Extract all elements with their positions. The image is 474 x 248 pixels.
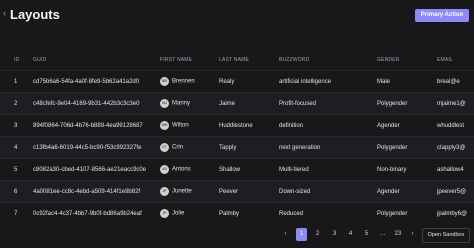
page-button-3[interactable]: 3 xyxy=(329,228,340,241)
cell-last-name: Huddlestone xyxy=(215,114,275,137)
cell-guid: c8082a30-cbed-4107-8566-ae21eacc9c0e xyxy=(29,158,156,181)
cell-id: 2 xyxy=(0,92,29,115)
avatar: CT xyxy=(160,143,169,152)
cell-gender: Polygender xyxy=(373,92,433,115)
table-row[interactable]: 2 c48cfefc-9e04-4169-9b31-442b3c3c3e0 MJ Ma… xyxy=(0,92,474,115)
cell-guid: c13fb4a6-6019-44c5-bc90-f53c992327fe xyxy=(29,136,156,159)
cell-id: 3 xyxy=(0,114,29,137)
data-table: ID GUID FIRST NAME LAST NAME BUZZWORD GE… xyxy=(0,50,474,224)
cell-last-name: Tapply xyxy=(215,136,275,159)
table-row[interactable]: 3 894f0864-706d-4b76-b889-4ea99128687 WH Wi… xyxy=(0,114,474,137)
cell-first-name: JP Junette xyxy=(156,180,215,203)
cell-first-name: AS Antons xyxy=(156,158,215,181)
cell-email: jpalmby6@ xyxy=(433,202,474,224)
cell-last-name: Shallow xyxy=(215,158,275,181)
page-button-1[interactable]: 1 xyxy=(296,228,307,241)
first-name-text: Crin xyxy=(172,144,184,151)
cell-guid: 894f0864-706d-4b76-b889-4ea99128687 xyxy=(29,114,156,137)
cell-email: jpeever5@ xyxy=(433,180,474,203)
column-header-gender[interactable]: GENDER xyxy=(373,50,433,71)
pagination: ‹ 1 2 3 4 5 … 23 › Open Sandbox xyxy=(0,226,474,248)
column-header-first-name[interactable]: FIRST NAME xyxy=(156,50,215,71)
page-button-last[interactable]: 23 xyxy=(391,228,405,241)
avatar: JP xyxy=(160,209,169,218)
cell-last-name: Jaime xyxy=(215,92,275,115)
table-row[interactable]: 5 c8082a30-cbed-4107-8566-ae21eacc9c0e AS A… xyxy=(0,158,474,181)
column-header-last-name[interactable]: LAST NAME xyxy=(215,50,275,71)
cell-buzzword: next generation xyxy=(275,136,373,159)
page-header: ‹ Layouts Primary Action xyxy=(0,0,474,36)
cell-email: mjaime1@ xyxy=(433,92,474,115)
avatar: AS xyxy=(160,165,169,174)
table-row[interactable]: 1 cd75b6a6-54fa-4a0f-8fe9-5b62a41a2d0 BR Br… xyxy=(0,70,474,93)
avatar: WH xyxy=(160,121,169,130)
table-row[interactable]: 6 4a0081ee-cc8c-4ebd-a509-414f1e9b82f JP Ju… xyxy=(0,180,474,203)
table-header-row: ID GUID FIRST NAME LAST NAME BUZZWORD GE… xyxy=(0,50,474,71)
column-header-guid[interactable]: GUID xyxy=(29,50,156,71)
cell-first-name: BR Brennen xyxy=(156,70,215,93)
cell-id: 7 xyxy=(0,202,29,224)
avatar: JP xyxy=(160,187,169,196)
first-name-text: Manny xyxy=(172,100,191,107)
cell-id: 4 xyxy=(0,136,29,159)
column-header-buzzword[interactable]: BUZZWORD xyxy=(275,50,373,71)
chevron-left-icon: ‹ xyxy=(3,8,6,18)
cell-buzzword: definition xyxy=(275,114,373,137)
first-name-text: Jolie xyxy=(172,210,185,217)
pagination-ellipsis: … xyxy=(379,231,386,237)
cell-email: breal@e xyxy=(433,70,474,93)
first-name-text: Antons xyxy=(172,166,191,173)
avatar: MJ xyxy=(160,99,169,108)
cell-gender: Agender xyxy=(373,114,433,137)
page-button-5[interactable]: 5 xyxy=(361,228,372,241)
cell-gender: Polygender xyxy=(373,202,433,224)
open-sandbox-button[interactable]: Open Sandbox xyxy=(422,228,470,243)
avatar: BR xyxy=(160,77,169,86)
column-header-id[interactable]: ID xyxy=(0,50,29,71)
cell-buzzword: Down-sized xyxy=(275,180,373,203)
column-header-email[interactable]: EMAIL xyxy=(433,50,474,71)
first-name-text: Junette xyxy=(172,188,192,195)
cell-last-name: Realy xyxy=(215,70,275,93)
primary-action-button[interactable]: Primary Action xyxy=(415,9,469,22)
cell-first-name: CT Crin xyxy=(156,136,215,159)
cell-first-name: MJ Manny xyxy=(156,92,215,115)
cell-last-name: Peever xyxy=(215,180,275,203)
table-row[interactable]: 4 c13fb4a6-6019-44c5-bc90-f53c992327fe CT C… xyxy=(0,136,474,159)
cell-email: whuddlest xyxy=(433,114,474,137)
cell-gender: Agender xyxy=(373,180,433,203)
cell-guid: cd75b6a6-54fa-4a0f-8fe9-5b62a41a2d0 xyxy=(29,70,156,93)
page-button-2[interactable]: 2 xyxy=(312,228,323,241)
cell-buzzword: Profit-focused xyxy=(275,92,373,115)
cell-email: ctapply3@ xyxy=(433,136,474,159)
cell-guid: c48cfefc-9e04-4169-9b31-442b3c3c3e0 xyxy=(29,92,156,115)
table-row[interactable]: 7 0c92fac4-4c37-4bb7-9b0f-bd86a9b24eaf JP J… xyxy=(0,202,474,224)
cell-gender: Male xyxy=(373,70,433,93)
cell-first-name: JP Jolie xyxy=(156,202,215,224)
cell-id: 6 xyxy=(0,180,29,203)
previous-page-button[interactable]: ‹ xyxy=(280,228,291,241)
cell-buzzword: artificial intelligence xyxy=(275,70,373,93)
cell-first-name: WH Wilton xyxy=(156,114,215,137)
cell-gender: Non-binary xyxy=(373,158,433,181)
cell-last-name: Palmby xyxy=(215,202,275,224)
first-name-text: Wilton xyxy=(172,122,189,129)
next-page-button[interactable]: › xyxy=(407,228,418,241)
cell-email: ashallow4 xyxy=(433,158,474,181)
cell-guid: 4a0081ee-cc8c-4ebd-a509-414f1e9b82f xyxy=(29,180,156,203)
first-name-text: Brennen xyxy=(172,78,195,85)
cell-buzzword: Multi-tiered xyxy=(275,158,373,181)
cell-gender: Polygender xyxy=(373,136,433,159)
cell-id: 5 xyxy=(0,158,29,181)
page-title: Layouts xyxy=(10,7,60,22)
cell-guid: 0c92fac4-4c37-4bb7-9b0f-bd86a9b24eaf xyxy=(29,202,156,224)
cell-buzzword: Reduced xyxy=(275,202,373,224)
cell-id: 1 xyxy=(0,70,29,93)
page-button-4[interactable]: 4 xyxy=(345,228,356,241)
